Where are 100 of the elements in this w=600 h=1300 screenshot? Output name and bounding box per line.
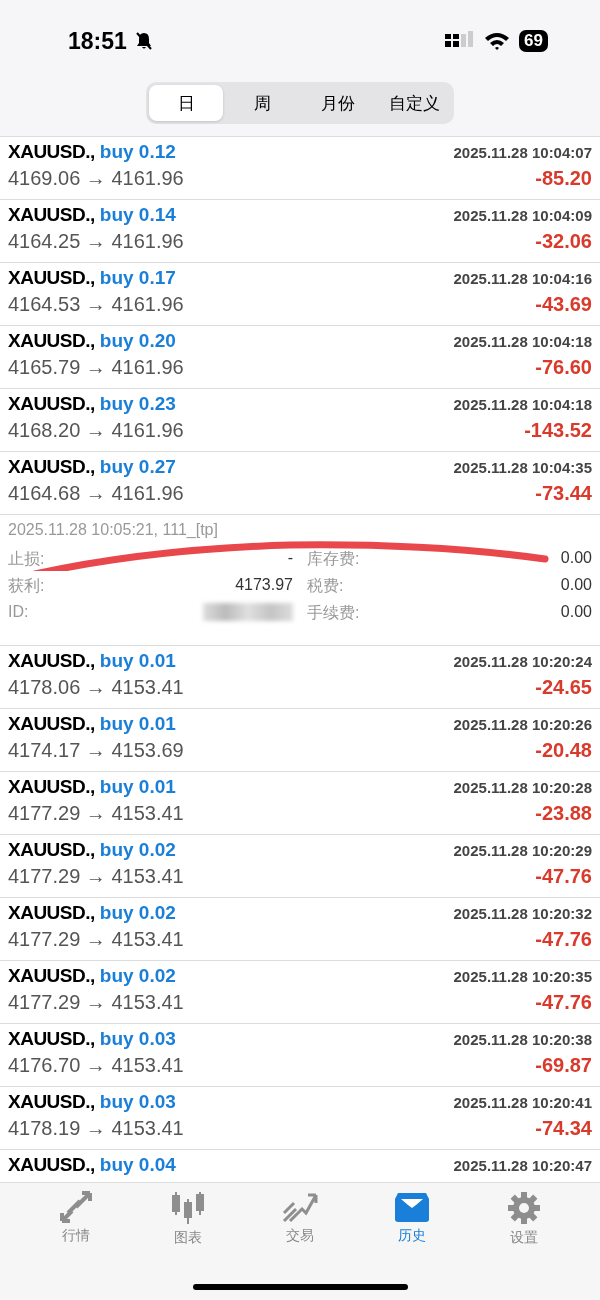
- deal-prices: 4177.29 → 4153.41: [8, 928, 184, 951]
- deal-profit: -47.76: [535, 865, 592, 888]
- deal-row[interactable]: XAUUSD., buy 0.03 2025.11.28 10:20:41 4178.19 → 4153.41 -74.34: [0, 1087, 600, 1150]
- deal-profit: -47.76: [535, 928, 592, 951]
- deal-prices: 4164.68 → 4161.96: [8, 482, 184, 505]
- deal-prices: 4178.19 → 4153.41: [8, 1117, 184, 1140]
- deal-time: 2025.11.28 10:20:28: [453, 779, 592, 796]
- field-label: ID:: [8, 603, 29, 622]
- deal-row[interactable]: XAUUSD., buy 0.01 2025.11.28 10:20:26 4174.17 → 4153.69 -20.48: [0, 709, 600, 772]
- nav-tab[interactable]: 行情: [41, 1191, 111, 1247]
- settings-icon: [507, 1191, 541, 1225]
- deal-row[interactable]: XAUUSD., buy 0.01 2025.11.28 10:20:28 4177.29 → 4153.41 -23.88: [0, 772, 600, 835]
- deal-side: buy 0.14: [99, 204, 176, 225]
- field-label: 税费:: [307, 576, 344, 596]
- deal-time: 2025.11.28 10:20:35: [453, 968, 592, 985]
- deal-row[interactable]: XAUUSD., buy 0.14 2025.11.28 10:04:09 4164.25 → 4161.96 -32.06: [0, 200, 600, 263]
- deal-side: buy 0.02: [99, 902, 176, 923]
- deal-row[interactable]: XAUUSD., buy 0.12 2025.11.28 10:04:07 4169.06 → 4161.96 -85.20: [0, 137, 600, 200]
- wifi-icon: [483, 31, 512, 51]
- deal-row[interactable]: XAUUSD., buy 0.02 2025.11.28 10:20:35 4177.29 → 4153.41 -47.76: [0, 961, 600, 1024]
- deal-side: buy 0.20: [99, 330, 176, 351]
- status-time: 18:51: [68, 27, 127, 55]
- deal-prices: 4177.29 → 4153.41: [8, 802, 184, 825]
- deal-row[interactable]: XAUUSD., buy 0.03 2025.11.28 10:20:38 4176.70 → 4153.41 -69.87: [0, 1024, 600, 1087]
- deal-profit: -73.44: [535, 482, 592, 505]
- deal-profit: -24.65: [535, 676, 592, 699]
- deal-side: buy 0.01: [99, 776, 176, 797]
- field-value: 0.00: [560, 576, 592, 595]
- period-tab[interactable]: 月份: [301, 85, 375, 121]
- field-label: 库存费:: [307, 549, 360, 569]
- deal-row[interactable]: XAUUSD., buy 0.02 2025.11.28 10:20:32 4177.29 → 4153.41 -47.76: [0, 898, 600, 961]
- deal-side: buy 0.27: [99, 456, 176, 477]
- symbol-label: XAUUSD.,: [8, 456, 95, 477]
- deal-time: 2025.11.28 10:20:24: [453, 653, 592, 670]
- trend-icon: [282, 1191, 318, 1223]
- candlestick-icon: [170, 1191, 206, 1225]
- nav-tab[interactable]: 图表: [153, 1191, 223, 1247]
- deal-side: buy 0.02: [99, 839, 176, 860]
- inbox-icon: [394, 1191, 430, 1223]
- deal-side: buy 0.23: [99, 393, 176, 414]
- deal-side: buy 0.03: [99, 1028, 176, 1049]
- deal-profit: -32.06: [535, 230, 592, 253]
- symbol-label: XAUUSD.,: [8, 267, 95, 288]
- deal-prices: 4177.29 → 4153.41: [8, 991, 184, 1014]
- symbol-label: XAUUSD.,: [8, 330, 95, 351]
- deal-prices: 4177.29 → 4153.41: [8, 865, 184, 888]
- deal-profit: -69.87: [535, 1054, 592, 1077]
- symbol-label: XAUUSD.,: [8, 1028, 95, 1049]
- bell-muted-icon: [134, 31, 153, 51]
- deal-row[interactable]: XAUUSD., buy 0.17 2025.11.28 10:04:16 4164.53 → 4161.96 -43.69: [0, 263, 600, 326]
- symbol-label: XAUUSD.,: [8, 713, 95, 734]
- nav-tab[interactable]: 历史: [377, 1191, 447, 1247]
- deal-time: 2025.11.28 10:04:35: [453, 459, 592, 476]
- field-value: 0.00: [560, 549, 592, 568]
- deal-time: 2025.11.28 10:04:07: [453, 144, 592, 161]
- deal-profit: -74.34: [535, 1117, 592, 1140]
- symbol-label: XAUUSD.,: [8, 204, 95, 225]
- field-value: -: [287, 549, 293, 568]
- deal-prices: 4164.53 → 4161.96: [8, 293, 184, 316]
- deal-row[interactable]: XAUUSD., buy 0.23 2025.11.28 10:04:18 4168.20 → 4161.96 -143.52: [0, 389, 600, 452]
- battery-indicator: 69: [519, 30, 548, 52]
- deal-row[interactable]: XAUUSD., buy 0.01 2025.11.28 10:20:24 4178.06 → 4153.41 -24.65: [0, 646, 600, 709]
- deal-side: buy 0.02: [99, 965, 176, 986]
- period-tab[interactable]: 周: [225, 85, 299, 121]
- deal-side: buy 0.03: [99, 1091, 176, 1112]
- period-tab[interactable]: 日: [149, 85, 223, 121]
- symbol-label: XAUUSD.,: [8, 393, 95, 414]
- symbol-label: XAUUSD.,: [8, 776, 95, 797]
- deal-time: 2025.11.28 10:04:18: [453, 333, 592, 350]
- deal-time: 2025.11.28 10:20:29: [453, 842, 592, 859]
- deal-side: buy 0.12: [99, 141, 176, 162]
- symbol-label: XAUUSD.,: [8, 1091, 95, 1112]
- close-info: 2025.11.28 10:05:21, 111_[tp]: [8, 521, 219, 539]
- deal-row[interactable]: XAUUSD., buy 0.02 2025.11.28 10:20:29 4177.29 → 4153.41 -47.76: [0, 835, 600, 898]
- deal-prices: 4169.06 → 4161.96: [8, 167, 184, 190]
- period-tab[interactable]: 自定义: [377, 85, 451, 121]
- deal-prices: 4176.70 → 4153.41: [8, 1054, 184, 1077]
- deal-prices: 4174.17 → 4153.69: [8, 739, 184, 762]
- deal-side: buy 0.01: [99, 713, 176, 734]
- deal-time: 2025.11.28 10:04:18: [453, 396, 592, 413]
- deal-time: 2025.11.28 10:04:16: [453, 270, 592, 287]
- symbol-label: XAUUSD.,: [8, 650, 95, 671]
- deal-row[interactable]: XAUUSD., buy 0.20 2025.11.28 10:04:18 4165.79 → 4161.96 -76.60: [0, 326, 600, 389]
- deal-prices: 4168.20 → 4161.96: [8, 419, 184, 442]
- deal-prices: 4164.25 → 4161.96: [8, 230, 184, 253]
- deal-time: 2025.11.28 10:20:26: [453, 716, 592, 733]
- deal-profit: -47.76: [535, 991, 592, 1014]
- deal-row[interactable]: XAUUSD., buy 0.27 2025.11.28 10:04:35 4164.68 → 4161.96 -73.44: [0, 452, 600, 515]
- symbol-label: XAUUSD.,: [8, 141, 95, 162]
- deal-time: 2025.11.28 10:20:32: [453, 905, 592, 922]
- field-label: 手续费:: [307, 603, 360, 623]
- deal-time: 2025.11.28 10:20:38: [453, 1031, 592, 1048]
- deal-profit: -43.69: [535, 293, 592, 316]
- field-label: 止损:: [8, 549, 45, 569]
- deal-time: 2025.11.28 10:20:47: [453, 1157, 592, 1174]
- deal-side: buy 0.01: [99, 650, 176, 671]
- field-value: 4173.97: [235, 576, 293, 595]
- deal-prices: 4165.79 → 4161.96: [8, 356, 184, 379]
- symbol-label: XAUUSD.,: [8, 1154, 95, 1175]
- deal-prices: 4178.06 → 4153.41: [8, 676, 184, 699]
